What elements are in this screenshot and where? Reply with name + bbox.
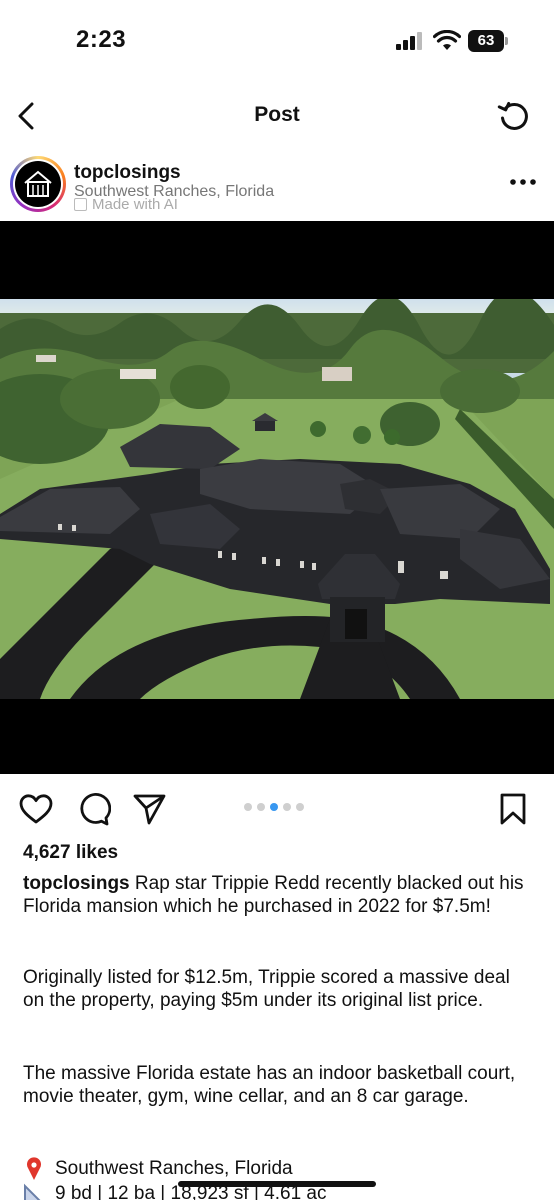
caption-location-line: Southwest Ranches, Florida xyxy=(23,1157,293,1181)
likes-count[interactable]: 4,627 likes xyxy=(23,842,118,864)
ruler-icon xyxy=(24,1183,41,1200)
battery-level: 63 xyxy=(468,30,504,52)
wifi-icon xyxy=(433,30,461,50)
home-indicator[interactable] xyxy=(178,1181,376,1187)
more-horizontal-icon[interactable] xyxy=(506,170,540,194)
pin-icon xyxy=(27,1157,41,1180)
carousel-dot xyxy=(257,803,265,811)
post-actions xyxy=(0,785,554,835)
mansion-photo xyxy=(0,299,554,699)
nav-header: Post xyxy=(0,88,554,144)
page-title: Post xyxy=(254,103,300,126)
battery-icon: 63 xyxy=(468,30,508,52)
caption-location-text: Southwest Ranches, Florida xyxy=(55,1158,293,1179)
status-bar: 2:23 63 xyxy=(0,0,554,80)
ai-label-icon xyxy=(74,198,87,211)
refresh-icon[interactable] xyxy=(494,96,534,136)
post-header: topclosings Southwest Ranches, Florida M… xyxy=(0,150,554,220)
caption-paragraph-3: The massive Florida estate has an indoor… xyxy=(23,1063,516,1107)
carousel-dot-active xyxy=(270,803,278,811)
carousel-indicator xyxy=(244,803,304,811)
carousel-dot xyxy=(296,803,304,811)
caption-username[interactable]: topclosings xyxy=(23,873,130,894)
bookmark-icon[interactable] xyxy=(495,791,531,827)
house-logo-icon xyxy=(24,170,52,197)
post-media[interactable] xyxy=(0,221,554,774)
ai-label-text: Made with AI xyxy=(92,196,178,213)
status-time: 2:23 xyxy=(76,26,127,53)
caption-paragraph-2: Originally listed for $12.5m, Trippie sc… xyxy=(23,967,510,1011)
avatar[interactable] xyxy=(10,156,66,212)
carousel-dot xyxy=(283,803,291,811)
caption: topclosings Rap star Trippie Redd recent… xyxy=(23,872,533,918)
carousel-dot xyxy=(244,803,252,811)
post-username[interactable]: topclosings xyxy=(74,162,181,184)
ai-label[interactable]: Made with AI xyxy=(74,196,178,213)
cellular-signal-icon xyxy=(396,32,424,50)
send-icon[interactable] xyxy=(131,791,167,827)
comment-icon[interactable] xyxy=(75,791,111,827)
heart-icon[interactable] xyxy=(18,791,54,827)
